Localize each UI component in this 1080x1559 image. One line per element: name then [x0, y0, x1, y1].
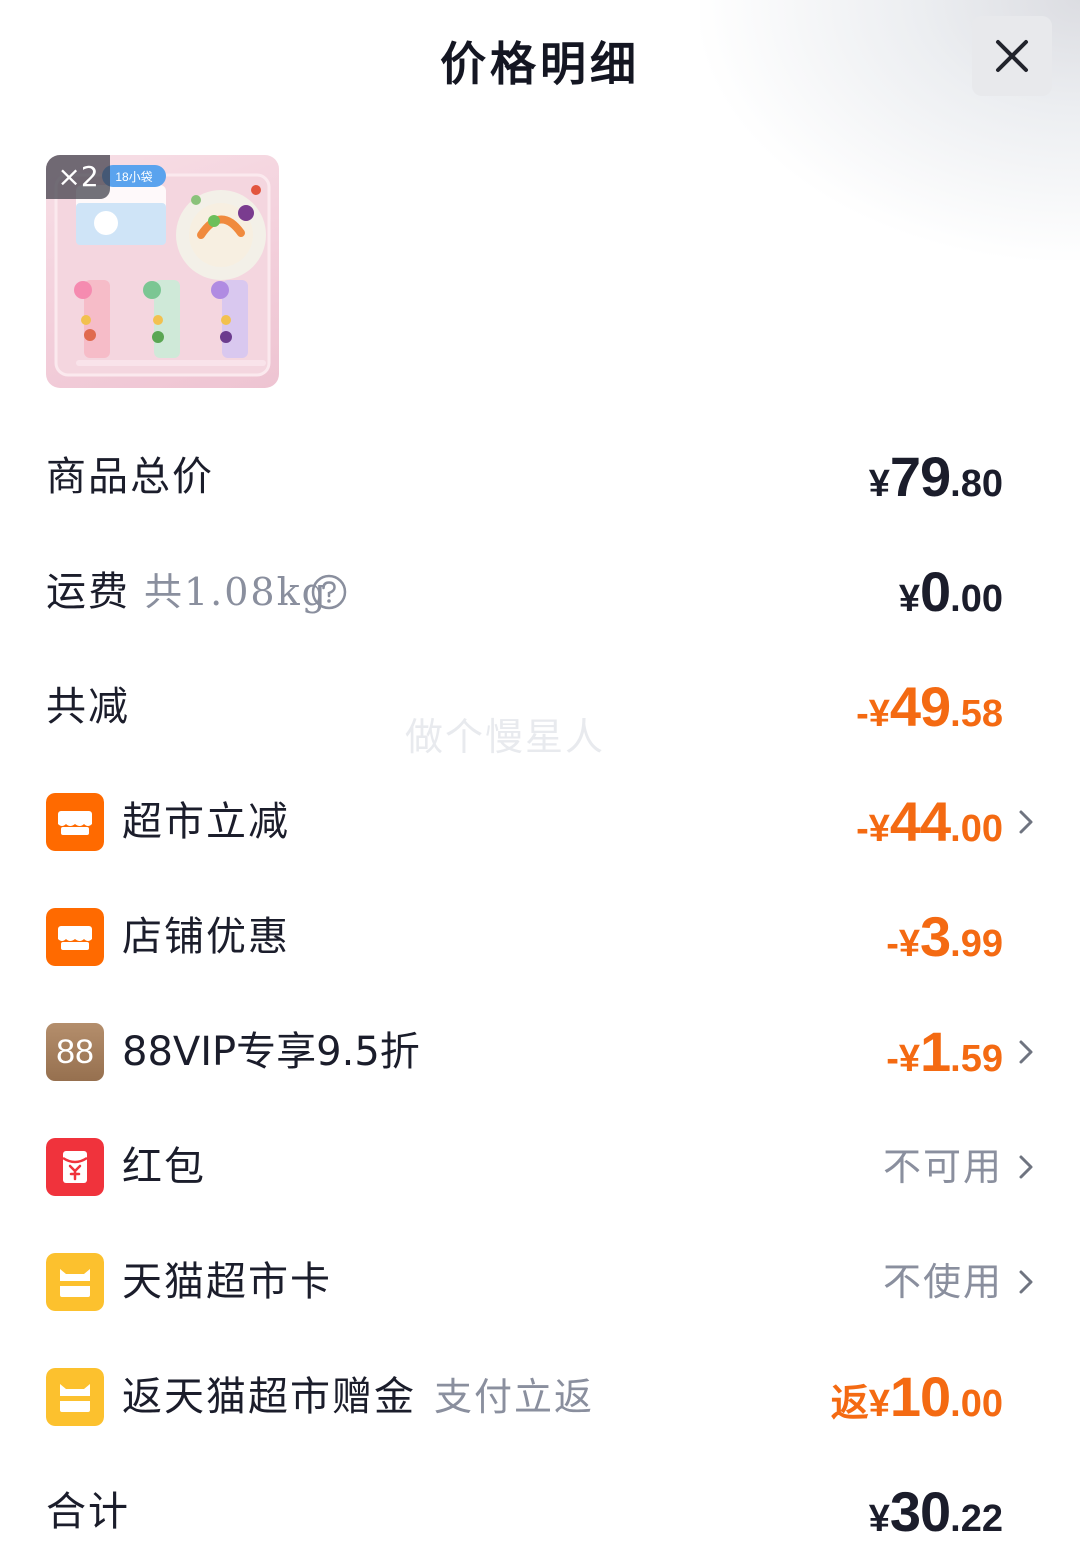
row-total: 合计 ¥30.22	[46, 1472, 1036, 1552]
currency: -¥	[886, 923, 921, 965]
chevron-right-icon	[1019, 1155, 1033, 1179]
currency: 返¥	[830, 1383, 890, 1425]
close-button[interactable]	[972, 16, 1052, 96]
store-discount-label: 店铺优惠	[122, 914, 290, 960]
amount-int: 44	[889, 790, 951, 853]
pack-label: 18小袋	[115, 170, 152, 184]
row-cashback: 返天猫超市赠金 支付立返 返¥ 10.00	[46, 1357, 1036, 1437]
red-packet-icon	[46, 1138, 104, 1196]
total-discount-label: 共减	[46, 684, 130, 730]
amount-int: 79	[889, 445, 951, 508]
market-discount-amount: -¥ 44.00	[856, 782, 1003, 862]
market-card-label: 天猫超市卡	[122, 1259, 332, 1305]
amount-dec: .00	[950, 578, 1003, 620]
amount-int: 1	[920, 1020, 951, 1083]
goods-total-label: 商品总价	[46, 454, 214, 500]
amount-int: 30	[889, 1480, 951, 1543]
total-discount-amount: -¥ 49.58	[856, 667, 1003, 747]
amount-int: 3	[920, 905, 951, 968]
goods-total-amount: ¥79.80	[869, 437, 1003, 517]
tmall-card-icon	[46, 1253, 104, 1311]
row-total-discount: 共减 -¥ 49.58	[46, 667, 1036, 747]
currency: -¥	[886, 1038, 921, 1080]
chevron-right-icon	[1019, 1270, 1033, 1294]
supermarket-icon	[46, 793, 104, 851]
chevron-right-icon	[1019, 1040, 1033, 1064]
help-icon[interactable]	[311, 574, 347, 610]
amount-dec: .00	[950, 1383, 1003, 1425]
row-store-discount: 店铺优惠 -¥ 3.99	[46, 897, 1036, 977]
store-discount-amount: -¥ 3.99	[886, 897, 1003, 977]
currency: ¥	[868, 1498, 890, 1540]
cashback-label: 返天猫超市赠金	[122, 1374, 416, 1420]
quantity-badge: ×2	[46, 155, 110, 199]
chevron-right-icon	[1019, 810, 1033, 834]
tmall-card-icon	[46, 1368, 104, 1426]
amount-dec: .59	[950, 1038, 1003, 1080]
amount-dec: .99	[950, 923, 1003, 965]
amount-dec: .58	[950, 693, 1003, 735]
product-image[interactable]: ×2 18小袋	[46, 155, 279, 388]
row-vip-discount[interactable]: 88 88VIP专享9.5折 -¥ 1.59	[46, 1012, 1036, 1092]
amount-int: 49	[889, 675, 951, 738]
market-discount-label: 超市立减	[122, 799, 290, 845]
row-shipping: 运费 共1.08kg ¥0.00	[46, 552, 1036, 632]
total-amount: ¥30.22	[869, 1472, 1003, 1552]
cashback-amount: 返¥ 10.00	[831, 1357, 1003, 1437]
amount-dec: .00	[950, 808, 1003, 850]
row-market-card[interactable]: 天猫超市卡 不使用	[46, 1242, 1036, 1322]
amount-dec: .80	[950, 463, 1003, 505]
total-label: 合计	[46, 1489, 130, 1535]
amount-int: 0	[920, 560, 951, 623]
amount-int: 10	[889, 1365, 951, 1428]
currency: ¥	[868, 463, 890, 505]
shipping-label: 运费	[46, 569, 130, 615]
page-title: 价格明细	[440, 37, 640, 91]
close-icon	[996, 40, 1028, 72]
amount-dec: .22	[950, 1498, 1003, 1540]
row-market-discount[interactable]: 超市立减 -¥ 44.00	[46, 782, 1036, 862]
currency: ¥	[898, 578, 921, 620]
cashback-note: 支付立返	[434, 1375, 595, 1419]
row-red-packet[interactable]: 红包 不可用	[46, 1127, 1036, 1207]
shipping-amount: ¥0.00	[899, 552, 1003, 632]
vip-88-icon: 88	[46, 1023, 104, 1081]
vip-discount-amount: -¥ 1.59	[886, 1012, 1003, 1092]
row-goods-total: 商品总价 ¥79.80	[46, 437, 1036, 517]
market-card-status: 不使用	[882, 1260, 1003, 1304]
header: 价格明细	[0, 0, 1080, 120]
shipping-weight: 共1.08kg	[144, 570, 328, 614]
currency: -¥	[856, 808, 890, 850]
currency: -¥	[856, 693, 890, 735]
store-icon	[46, 908, 104, 966]
red-packet-status: 不可用	[882, 1145, 1003, 1189]
vip-discount-label: 88VIP专享9.5折	[122, 1029, 420, 1075]
red-packet-label: 红包	[122, 1144, 206, 1190]
